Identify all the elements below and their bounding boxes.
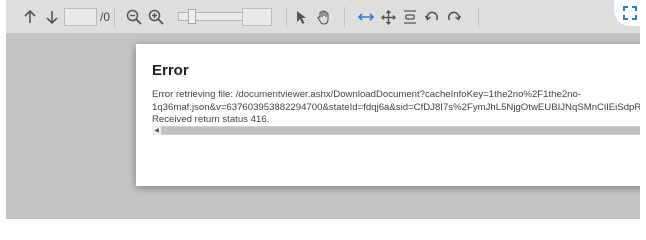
- arrow-up-icon[interactable]: [22, 8, 38, 26]
- pointer-icon[interactable]: [294, 8, 308, 26]
- document-viewer: /0 Error Error retrieving file: /documen…: [6, 0, 640, 219]
- arrow-down-icon[interactable]: [44, 8, 60, 26]
- fullscreen-icon[interactable]: [614, 0, 646, 26]
- hand-icon[interactable]: [316, 8, 332, 26]
- error-message: Error retrieving file: /documentviewer.a…: [152, 89, 640, 127]
- fit-height-icon[interactable]: [402, 8, 418, 26]
- page-number-input[interactable]: [64, 8, 97, 26]
- zoom-slider-thumb[interactable]: [188, 9, 196, 24]
- error-message-line: 1q36maf.json&v=637603953882294700&stateI…: [152, 101, 640, 113]
- scrollbar-thumb[interactable]: [162, 127, 640, 134]
- fit-width-icon[interactable]: [358, 8, 374, 26]
- toolbar-divider: [478, 7, 479, 27]
- dialog-title: Error: [152, 62, 189, 79]
- page-total-label: /0: [100, 10, 111, 24]
- zoom-in-icon[interactable]: [148, 8, 164, 26]
- toolbar-divider: [344, 7, 345, 27]
- fit-page-icon[interactable]: [380, 8, 396, 26]
- toolbar-divider: [114, 7, 115, 27]
- rotate-cw-icon[interactable]: [446, 8, 462, 26]
- horizontal-scrollbar[interactable]: ◀: [152, 126, 640, 135]
- zoom-out-icon[interactable]: [126, 8, 142, 26]
- rotate-ccw-icon[interactable]: [424, 8, 440, 26]
- page-edge: [640, 26, 646, 228]
- error-message-line: Error retrieving file: /documentviewer.a…: [152, 89, 582, 100]
- error-dialog: Error Error retrieving file: /documentvi…: [136, 44, 640, 186]
- viewer-toolbar: /0: [6, 0, 640, 34]
- scroll-left-icon[interactable]: ◀: [152, 126, 161, 135]
- zoom-input[interactable]: [242, 8, 272, 26]
- error-message-line: Received return status 416.: [152, 114, 270, 125]
- toolbar-divider: [286, 7, 287, 27]
